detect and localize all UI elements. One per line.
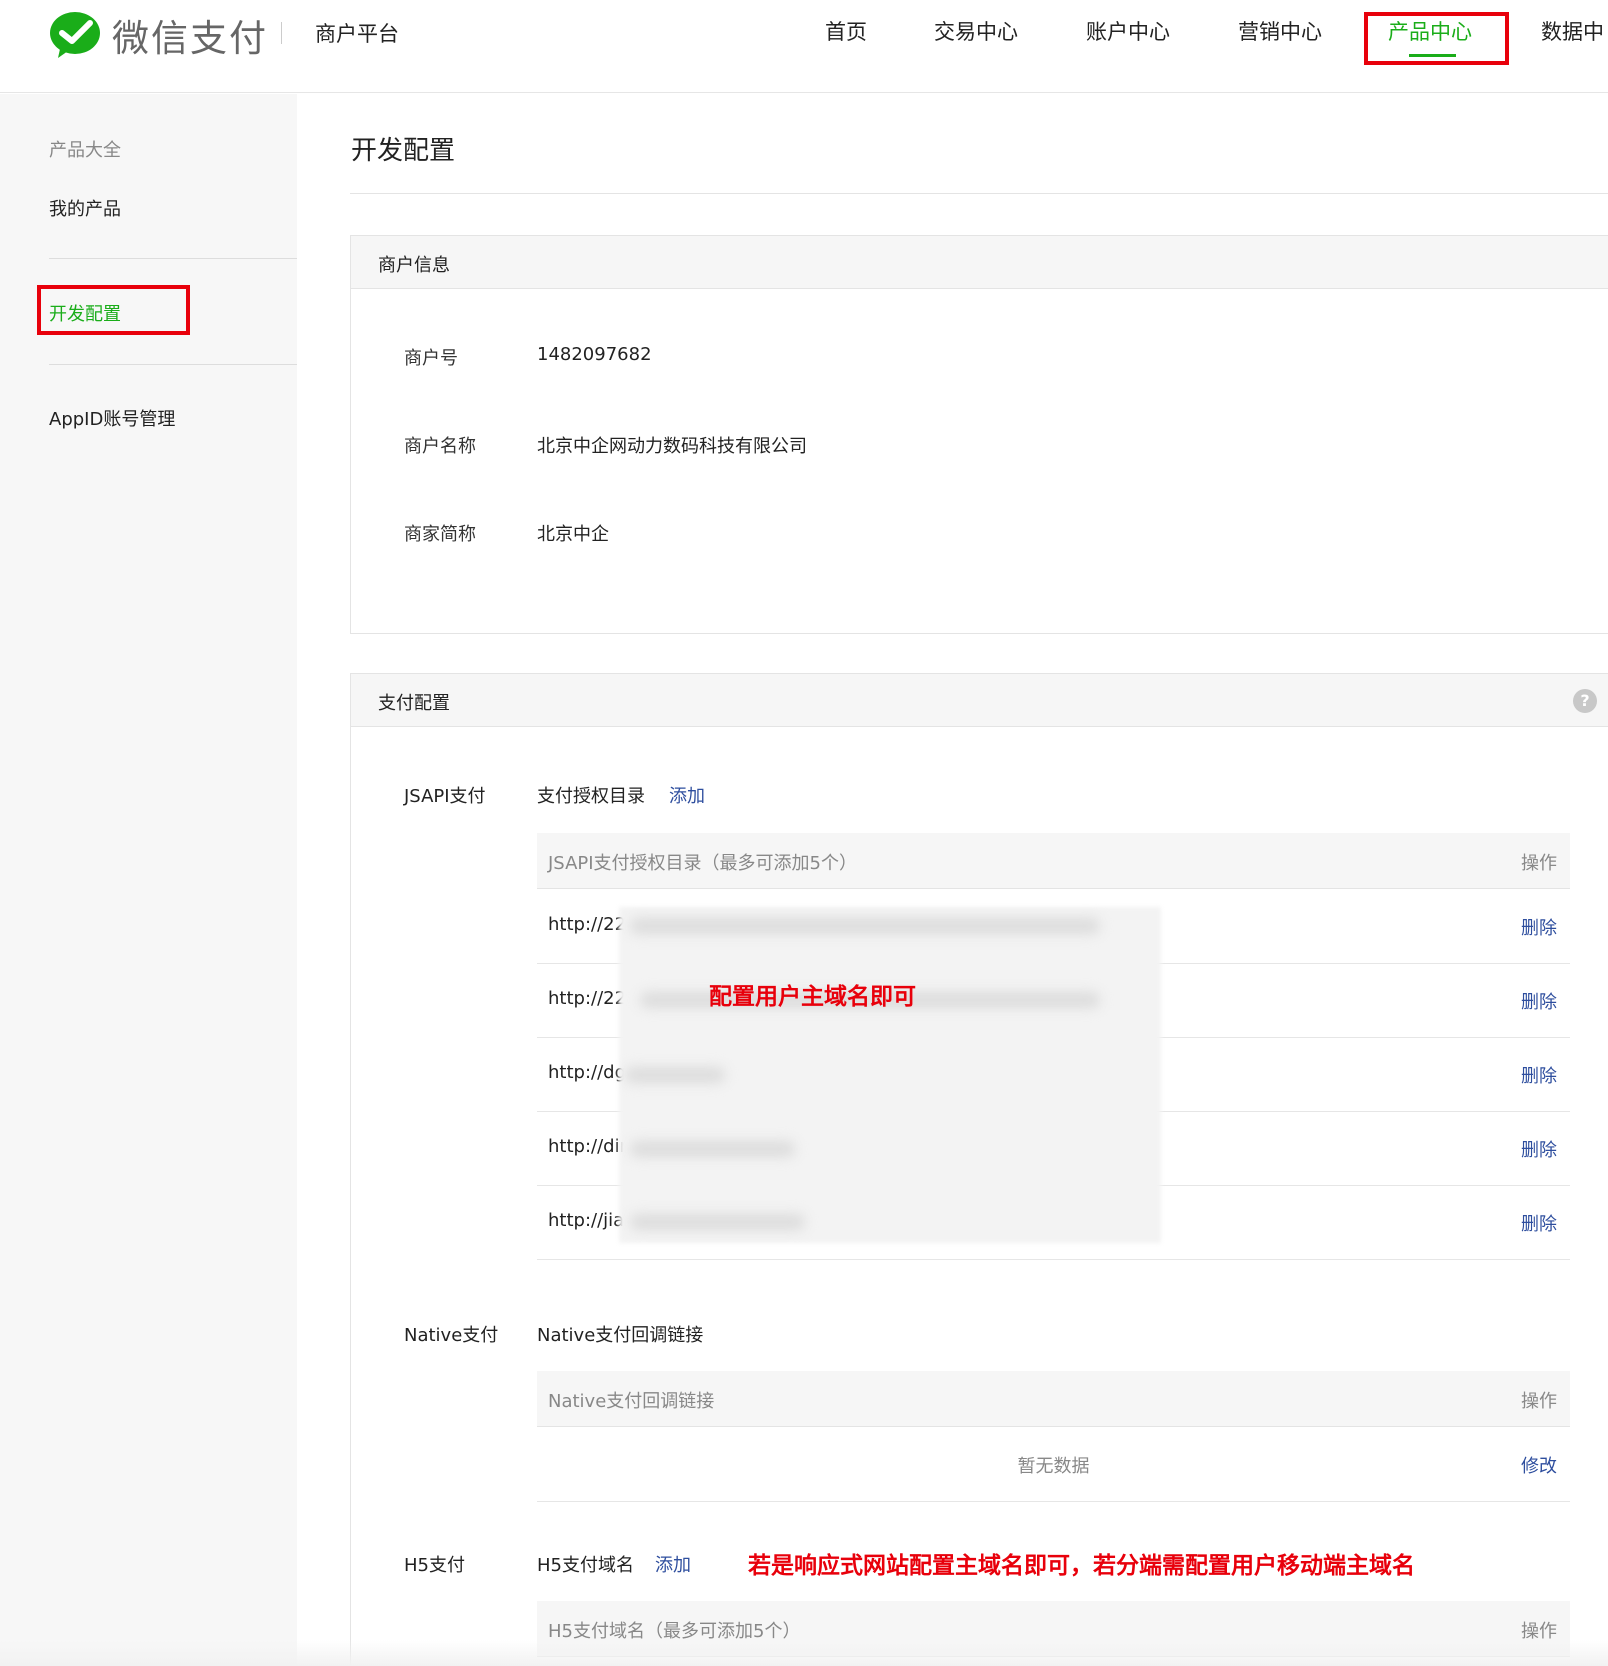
nav-item-data-center[interactable]: 数据中 xyxy=(1541,16,1604,46)
nav-item-trade-center[interactable]: 交易中心 xyxy=(934,16,1018,46)
merchant-name-label: 商户名称 xyxy=(404,436,476,457)
jsapi-auth-dir-label: 支付授权目录 xyxy=(537,786,645,807)
jsapi-col-dir: JSAPI支付授权目录（最多可添加5个） xyxy=(548,853,857,874)
delete-link[interactable]: 删除 xyxy=(1521,1136,1557,1162)
title-divider xyxy=(350,193,1608,194)
jsapi-url: http://22 xyxy=(548,988,627,1009)
highlight-box-dev-config xyxy=(37,285,190,335)
merchant-name-value: 北京中企网动力数码科技有限公司 xyxy=(537,436,807,457)
pay-config-heading: 支付配置 xyxy=(378,693,450,714)
annotation-h5: 若是响应式网站配置主域名即可，若分端需配置用户移动端主域名 xyxy=(748,1553,1415,1579)
bottom-shadow xyxy=(0,1640,1608,1666)
table-row: 暂无数据 修改 xyxy=(537,1428,1570,1502)
redaction-streak xyxy=(630,918,1100,934)
jsapi-table-header: JSAPI支付授权目录（最多可添加5个） 操作 xyxy=(537,833,1570,889)
native-table-header: Native支付回调链接 操作 xyxy=(537,1371,1570,1427)
edit-link[interactable]: 修改 xyxy=(1521,1452,1557,1478)
nav-item-marketing-center[interactable]: 营销中心 xyxy=(1238,16,1322,46)
merchant-id-value: 1482097682 xyxy=(537,344,652,365)
pay-config-header: 支付配置 xyxy=(351,674,1608,727)
native-table: Native支付回调链接 操作 暂无数据 修改 xyxy=(537,1371,1570,1502)
jsapi-url: http://dir xyxy=(548,1136,627,1157)
sidebar-divider xyxy=(49,258,297,259)
sidebar-item-appid-management[interactable]: AppID账号管理 xyxy=(49,405,175,431)
merchant-info-heading: 商户信息 xyxy=(378,255,450,276)
native-callback-label: Native支付回调链接 xyxy=(537,1325,704,1346)
delete-link[interactable]: 删除 xyxy=(1521,914,1557,940)
merchant-short-name-label: 商家简称 xyxy=(404,524,476,545)
merchant-info-header: 商户信息 xyxy=(351,236,1608,289)
redaction-streak xyxy=(630,1214,805,1230)
redaction-streak xyxy=(625,1067,725,1083)
nav-item-account-center[interactable]: 账户中心 xyxy=(1086,16,1170,46)
redaction-streak xyxy=(630,1141,795,1157)
help-icon[interactable]: ? xyxy=(1573,689,1597,713)
native-label: Native支付 xyxy=(404,1325,499,1346)
jsapi-url: http://22 xyxy=(548,914,627,935)
jsapi-label: JSAPI支付 xyxy=(404,786,486,807)
h5-domain-label: H5支付域名 xyxy=(537,1555,634,1576)
annotation-jsapi: 配置用户主域名即可 xyxy=(709,984,916,1010)
jsapi-add-link[interactable]: 添加 xyxy=(669,782,705,808)
empty-state: 暂无数据 xyxy=(1017,1456,1090,1477)
h5-label: H5支付 xyxy=(404,1555,465,1576)
h5-add-link[interactable]: 添加 xyxy=(655,1551,691,1577)
jsapi-url: http://dg xyxy=(548,1062,626,1083)
sidebar-divider xyxy=(49,364,297,365)
merchant-id-label: 商户号 xyxy=(404,348,458,369)
native-col-action: 操作 xyxy=(1521,1391,1557,1412)
sidebar-item-my-products[interactable]: 我的产品 xyxy=(49,195,121,221)
delete-link[interactable]: 删除 xyxy=(1521,988,1557,1014)
merchant-short-name-value: 北京中企 xyxy=(537,524,609,545)
nav-item-home[interactable]: 首页 xyxy=(825,16,867,46)
highlight-box-product-center xyxy=(1364,12,1509,65)
page-title: 开发配置 xyxy=(351,136,456,166)
sidebar-item-all-products[interactable]: 产品大全 xyxy=(49,136,121,162)
delete-link[interactable]: 删除 xyxy=(1521,1210,1557,1236)
delete-link[interactable]: 删除 xyxy=(1521,1062,1557,1088)
jsapi-col-action: 操作 xyxy=(1521,853,1557,874)
native-col-url: Native支付回调链接 xyxy=(548,1391,715,1412)
